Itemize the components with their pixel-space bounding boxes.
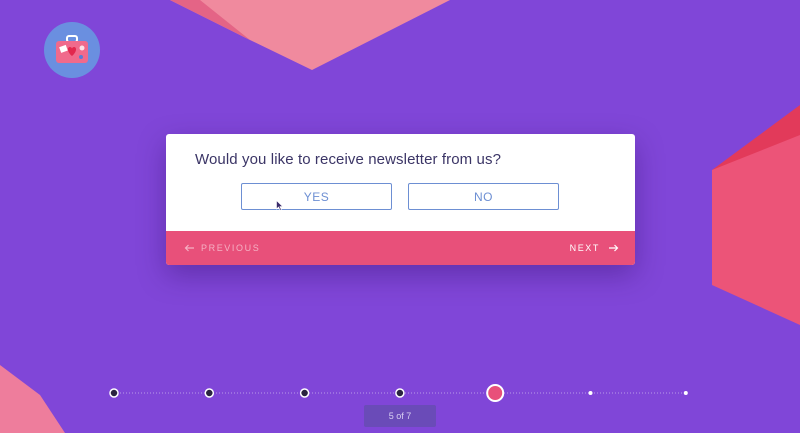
next-label: NEXT: [569, 243, 600, 253]
yes-button[interactable]: YES: [241, 183, 392, 210]
progress-step-current[interactable]: [486, 384, 505, 402]
progress-step-completed[interactable]: [395, 388, 405, 398]
no-button[interactable]: NO: [408, 183, 559, 210]
question-card: Would you like to receive newsletter fro…: [166, 134, 635, 265]
step-indicator: 5 of 7: [364, 405, 436, 427]
previous-button[interactable]: PREVIOUS: [184, 231, 260, 265]
next-button[interactable]: NEXT: [570, 231, 619, 265]
progress-step-upcoming[interactable]: [588, 391, 593, 395]
progress-step-completed[interactable]: [299, 388, 310, 398]
suitcase-heart-icon: [56, 35, 88, 63]
navigation-bar: PREVIOUS NEXT: [166, 231, 635, 265]
arrow-left-icon: [184, 244, 194, 252]
progress-step-completed[interactable]: [109, 388, 119, 398]
mouse-cursor-icon: [276, 200, 284, 211]
previous-label: PREVIOUS: [201, 243, 261, 253]
progress-step-upcoming[interactable]: [683, 391, 688, 395]
question-text: Would you like to receive newsletter fro…: [195, 151, 502, 168]
progress-step-completed[interactable]: [204, 388, 215, 398]
arrow-right-icon: [609, 244, 619, 252]
app-logo: [44, 22, 100, 78]
